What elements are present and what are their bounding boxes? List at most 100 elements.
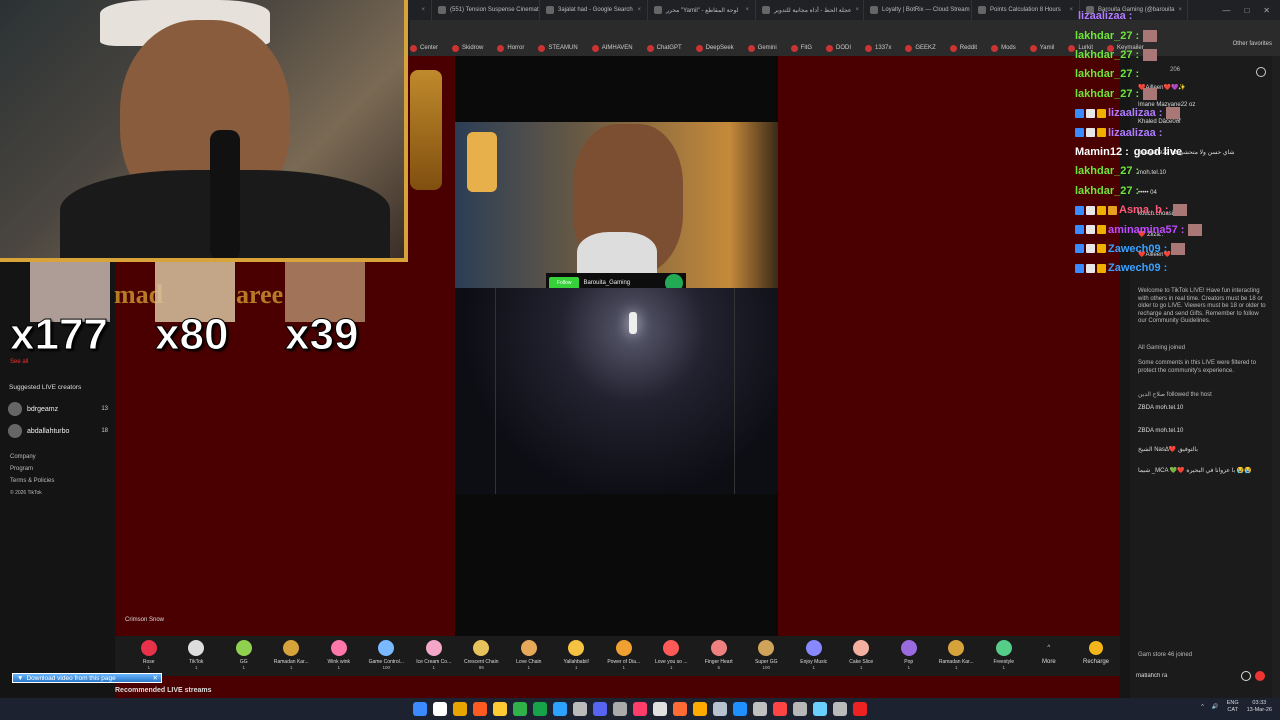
taskbar-app-icon[interactable] [673, 702, 687, 716]
taskbar-app-icon[interactable] [713, 702, 727, 716]
more-gifts-button[interactable]: ^ More [1042, 645, 1056, 665]
close-icon[interactable]: ✕ [153, 674, 161, 682]
overlay-chat-user: Mamin12 : [1075, 146, 1129, 159]
creator-count: 13 [101, 406, 108, 412]
suggested-creator[interactable]: abdallahturbo 18 [8, 424, 108, 438]
bookmark-item[interactable]: Mods [991, 44, 1016, 52]
taskbar-app-icon[interactable] [753, 702, 767, 716]
volume-icon[interactable]: 🔊 [1212, 704, 1219, 710]
taskbar-app-icon[interactable] [613, 702, 627, 716]
bookmark-item[interactable]: Skidrow [452, 44, 483, 52]
bookmark-item[interactable]: DODI [826, 44, 851, 52]
taskbar-app-icon[interactable] [453, 702, 467, 716]
taskbar-app-icon[interactable] [793, 702, 807, 716]
overlay-chat-user: Zawech09 : [1108, 262, 1168, 275]
taskbar-app-icon[interactable] [633, 702, 647, 716]
taskbar-app-icon[interactable] [493, 702, 507, 716]
taskbar-app-icon[interactable] [773, 702, 787, 716]
badge-icon [1075, 225, 1084, 235]
close-icon[interactable]: × [855, 7, 859, 13]
gift-item[interactable]: Power of Dia... 1 [600, 636, 648, 676]
gift-item[interactable]: Ice Cream Co... 1 [410, 636, 458, 676]
suggested-creator[interactable]: bdrgeamz 13 [8, 402, 108, 416]
bookmark-item[interactable]: STEAMUN [538, 44, 578, 52]
taskbar-app-icon[interactable] [813, 702, 827, 716]
footer-program[interactable]: Program [10, 466, 33, 472]
music-title: Crimson Snow [125, 617, 165, 623]
taskbar-app-icon[interactable] [833, 702, 847, 716]
maximize-icon[interactable]: □ [1244, 6, 1249, 15]
gift-item[interactable]: Yallahbabii! 1 [553, 636, 601, 676]
bookmark-item[interactable]: FitG [790, 44, 812, 52]
footer-company[interactable]: Company [10, 454, 36, 460]
gift-item[interactable]: Freestyle 1 [980, 636, 1028, 676]
browser-tab[interactable]: 3ajalat had - Google Search × [540, 0, 648, 20]
send-icon[interactable] [1255, 671, 1265, 681]
close-icon[interactable]: × [637, 7, 641, 13]
taskbar-app-icon[interactable] [853, 702, 867, 716]
bookmark-item[interactable]: Gemini [747, 44, 777, 52]
close-icon[interactable]: × [745, 7, 749, 13]
browser-tab[interactable]: محرر "Yamil" - لوحة المقاطع × [648, 0, 756, 20]
bookmark-item[interactable]: Center [410, 44, 438, 52]
gift-item[interactable]: Game Control... 100 [363, 636, 411, 676]
chat-input[interactable] [1136, 667, 1236, 685]
taskbar-app-icon[interactable] [593, 702, 607, 716]
close-icon[interactable]: × [1069, 7, 1073, 13]
browser-tab[interactable]: (551) Tension Suspense Cinematic× [432, 0, 540, 20]
bookmark-item[interactable]: Reddit [949, 44, 977, 52]
tab-title: (551) Tension Suspense Cinematic [450, 7, 540, 13]
badge-icon [1086, 205, 1095, 215]
windows-start-icon[interactable] [413, 702, 427, 716]
gift-item[interactable]: Ramadan Kar... 1 [268, 636, 316, 676]
bookmark-item[interactable]: DeepSeek [695, 44, 734, 52]
gift-item[interactable]: Cake Slice 1 [838, 636, 886, 676]
gift-item[interactable]: Love you so ... 1 [648, 636, 696, 676]
taskbar-app-icon[interactable] [653, 702, 667, 716]
streamer-name[interactable]: Barouita_Gaming [583, 280, 630, 287]
bookmark-item[interactable]: ChatGPT [646, 44, 682, 52]
bookmark-item[interactable]: AIMHAVEN [591, 44, 633, 52]
taskbar-app-icon[interactable] [533, 702, 547, 716]
taskbar-app-icon[interactable] [573, 702, 587, 716]
gift-item[interactable]: TikTok 1 [173, 636, 221, 676]
gift-item[interactable]: Finger Heart 5 [695, 636, 743, 676]
taskbar-app-icon[interactable] [473, 702, 487, 716]
bookmark-item[interactable]: GEEKZ [905, 44, 936, 52]
taskbar-app-icon[interactable] [693, 702, 707, 716]
browser-tab[interactable]: عجلة الحظ - أداة مجانية للتدوير × [756, 0, 864, 20]
recharge-button[interactable]: Recharge [1078, 641, 1114, 665]
taskbar-app-icon[interactable] [553, 702, 567, 716]
gift-item[interactable]: Enjoy Music 1 [790, 636, 838, 676]
minimize-icon[interactable]: — [1222, 6, 1230, 15]
gift-item[interactable]: Crescent Chain 99 [458, 636, 506, 676]
gift-icon [758, 640, 775, 656]
browser-tab[interactable]: Points Calculation 8 Hours × [972, 0, 1080, 20]
gift-item[interactable]: Love Chain 1 [505, 636, 553, 676]
bookmark-item[interactable]: 1337x [865, 44, 891, 52]
close-icon[interactable]: × [421, 7, 425, 13]
download-video-button[interactable]: ▼ Download video from this page ✕ [12, 673, 162, 683]
language-indicator[interactable]: ENG CAT [1227, 700, 1239, 713]
gift-item[interactable]: GG 1 [220, 636, 268, 676]
emoji-icon[interactable] [1241, 671, 1251, 681]
taskbar-app-icon[interactable] [433, 702, 447, 716]
taskbar-app-icon[interactable] [513, 702, 527, 716]
footer-terms[interactable]: Terms & Policies [10, 478, 54, 484]
gift-item[interactable]: Pop 1 [885, 636, 933, 676]
chevron-up-icon[interactable]: ^ [1201, 704, 1204, 710]
clock[interactable]: 03:33 13-Mar-26 [1247, 700, 1272, 713]
browser-tab[interactable]: Loyalty | BotRix — Cloud Stream× [864, 0, 972, 20]
taskbar-app-icon[interactable] [733, 702, 747, 716]
close-icon[interactable]: × [1178, 7, 1182, 13]
gift-icon [948, 640, 965, 656]
gift-item[interactable]: Ramadan Kar... 1 [933, 636, 981, 676]
gift-item[interactable]: Wink wink 1 [315, 636, 363, 676]
close-icon[interactable]: ✕ [1263, 6, 1270, 15]
sticker-icon [1166, 107, 1181, 120]
bookmark-item[interactable]: Horror [497, 44, 524, 52]
gift-item[interactable]: Super GG 100 [743, 636, 791, 676]
sticker-icon [1172, 204, 1187, 217]
gift-item[interactable]: Rose 1 [125, 636, 173, 676]
bookmark-item[interactable]: Yamil [1029, 44, 1054, 52]
